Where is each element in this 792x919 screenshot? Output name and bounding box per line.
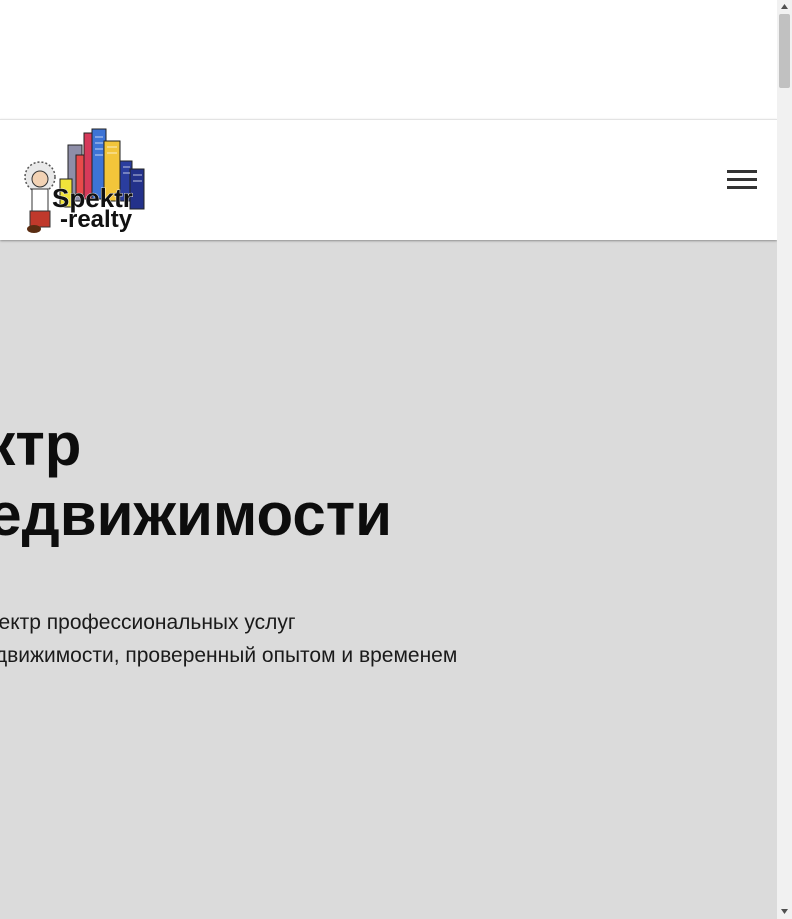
menu-bar-bottom (727, 186, 757, 189)
menu-bar-top (727, 170, 757, 173)
site-header: Spektr -realty (0, 119, 777, 240)
logo-brand-line2: -realty (60, 206, 133, 233)
logo-wordmark: Spektr -realty (52, 183, 134, 234)
top-blank-area (0, 0, 777, 119)
scroll-up-arrow-icon[interactable] (777, 0, 792, 14)
hero-subtitle-line-1: Спектр профессиональных услуг (0, 611, 296, 634)
page-viewport: Spektr -realty ектр недвижимости Спектр … (0, 0, 777, 919)
hero-title: ектр недвижимости (0, 410, 392, 550)
vertical-scrollbar[interactable] (777, 0, 792, 919)
hero-title-line-2: недвижимости (0, 481, 392, 548)
hero-title-line-1: ектр (0, 411, 82, 478)
hero-subtitle: Спектр профессиональных услуг недвижимос… (0, 606, 457, 672)
site-logo[interactable]: Spektr -realty (20, 127, 156, 235)
hero-section: ектр недвижимости Спектр профессиональны… (0, 240, 777, 919)
hamburger-menu-icon[interactable] (727, 168, 757, 192)
scrollbar-thumb[interactable] (779, 14, 790, 88)
scroll-down-arrow-icon[interactable] (777, 905, 792, 919)
hero-subtitle-line-2: недвижимости, проверенный опытом и време… (0, 644, 458, 667)
menu-bar-middle (727, 178, 757, 181)
